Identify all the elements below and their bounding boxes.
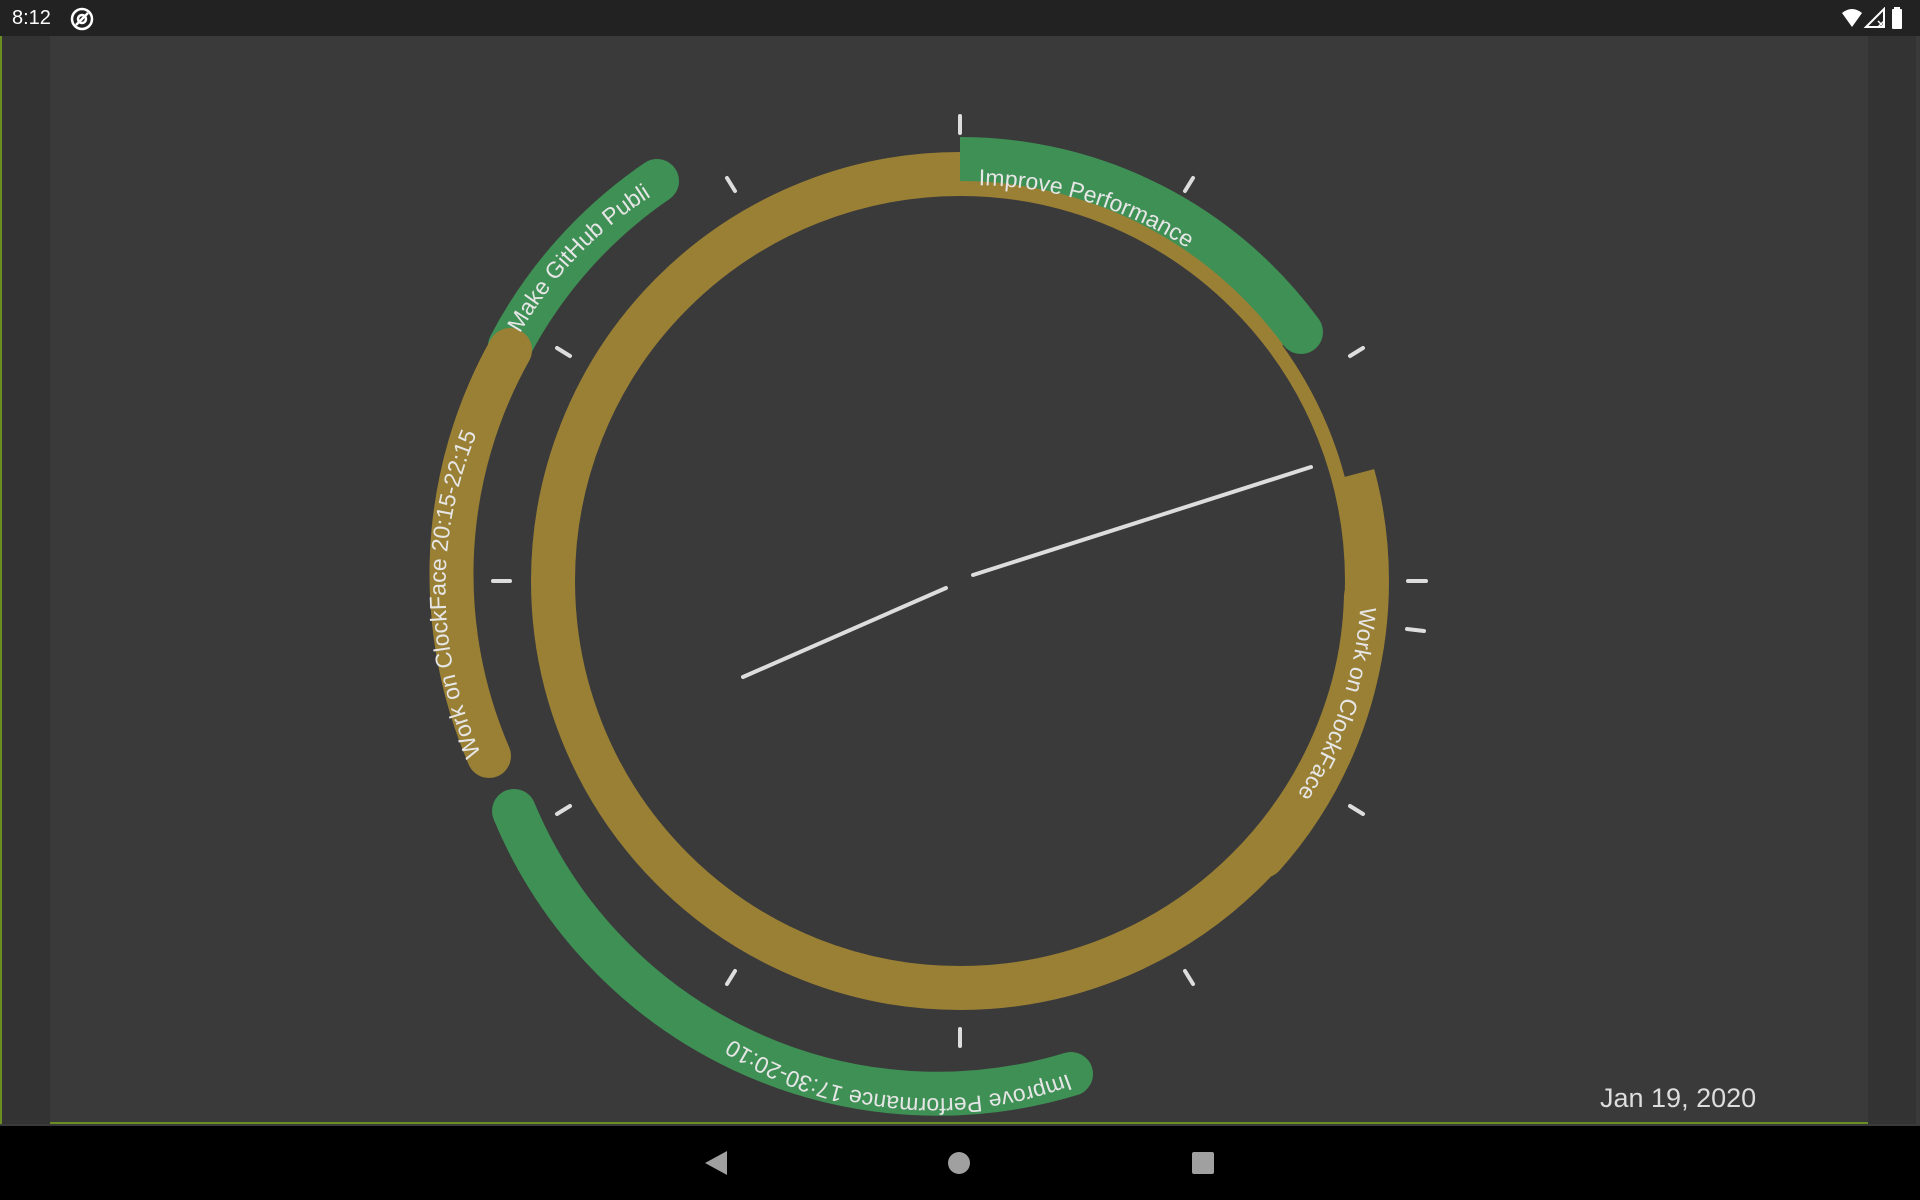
date-label: Jan 19, 2020 bbox=[1600, 1083, 1757, 1113]
hour-hand bbox=[741, 586, 948, 679]
minute-hand bbox=[971, 465, 1313, 577]
recents-icon[interactable] bbox=[1190, 1148, 1216, 1178]
back-icon[interactable] bbox=[703, 1148, 729, 1178]
home-icon[interactable] bbox=[946, 1148, 972, 1178]
task-label-2: Make GitHub Publi... bbox=[0, 0, 654, 336]
navigation-bar bbox=[0, 1126, 1920, 1200]
hour-ticks bbox=[491, 114, 1428, 1048]
task-arc-end-cap bbox=[1279, 310, 1323, 354]
clock-face[interactable]: Improve Performance Make GitHub Publi...… bbox=[0, 0, 1920, 1200]
